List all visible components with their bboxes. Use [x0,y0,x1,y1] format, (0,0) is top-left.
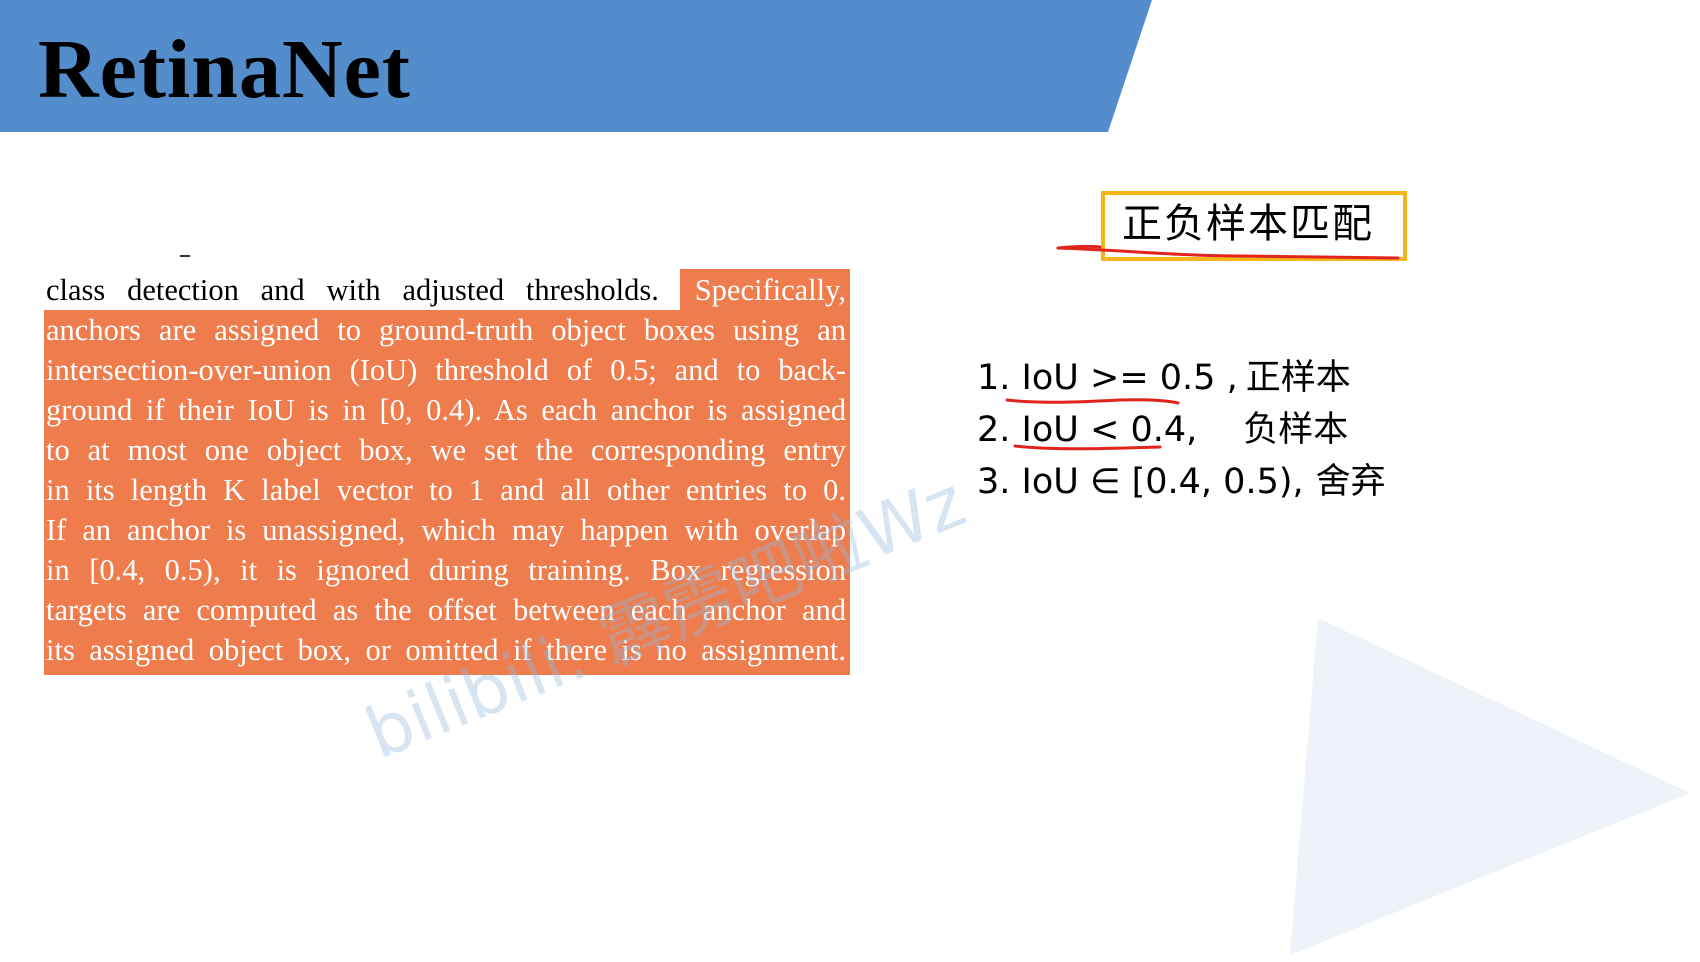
excerpt-line: its assigned object box, or omitted if t… [46,633,846,667]
red-underline [1056,244,1102,250]
excerpt-line: to at most one object box, we set the co… [46,433,846,467]
excerpt-line: targets are computed as the offset betwe… [46,593,846,627]
rule-item: 3. IoU ∈ [0.4, 0.5), 舍弃 [977,456,1386,508]
excerpt-line: ground if their IoU is in [0, 0.4). As e… [46,393,846,427]
rule-result: 正样本 [1245,358,1351,398]
rule-item: 2. IoU < 0.4, 负样本 [977,404,1386,456]
rule-condition: 2. IoU < 0.4, [977,410,1198,450]
slide-title: RetinaNet [38,23,411,116]
excerpt-plain-text: class detection and with adjusted thresh… [46,273,659,307]
section-label: 正负样本匹配 [1122,201,1374,247]
matching-rules-list: 1. IoU >= 0.5 , 正样本 2. IoU < 0.4, 负样本 3. I… [977,352,1386,508]
rule-condition: 1. IoU >= 0.5 , [977,358,1238,398]
excerpt-line: intersection-over-union (IoU) threshold … [46,353,846,387]
rule-result: 负样本 [1243,410,1349,450]
rule-condition: 3. IoU ∈ [0.4, 0.5), [977,462,1304,502]
rule-result: 舍弃 [1315,462,1386,502]
rule-item: 1. IoU >= 0.5 , 正样本 [977,352,1386,404]
paper-excerpt: class detection and with adjusted thresh… [38,252,850,675]
excerpt-line: class detection and with adjusted thresh… [46,270,846,310]
excerpt-line: in its length K label vector to 1 and al… [46,473,846,507]
excerpt-line: If an anchor is unassigned, which may ha… [46,513,846,547]
slide: RetinaNet class detection and with adjus… [0,0,1700,962]
excerpt-highlighted-text: Specifically, [694,273,847,307]
excerpt-line: anchors are assigned to ground-truth obj… [46,313,846,347]
excerpt-line: in [0.4, 0.5), it is ignored during trai… [46,553,846,587]
cropped-line-fragment [138,254,198,260]
